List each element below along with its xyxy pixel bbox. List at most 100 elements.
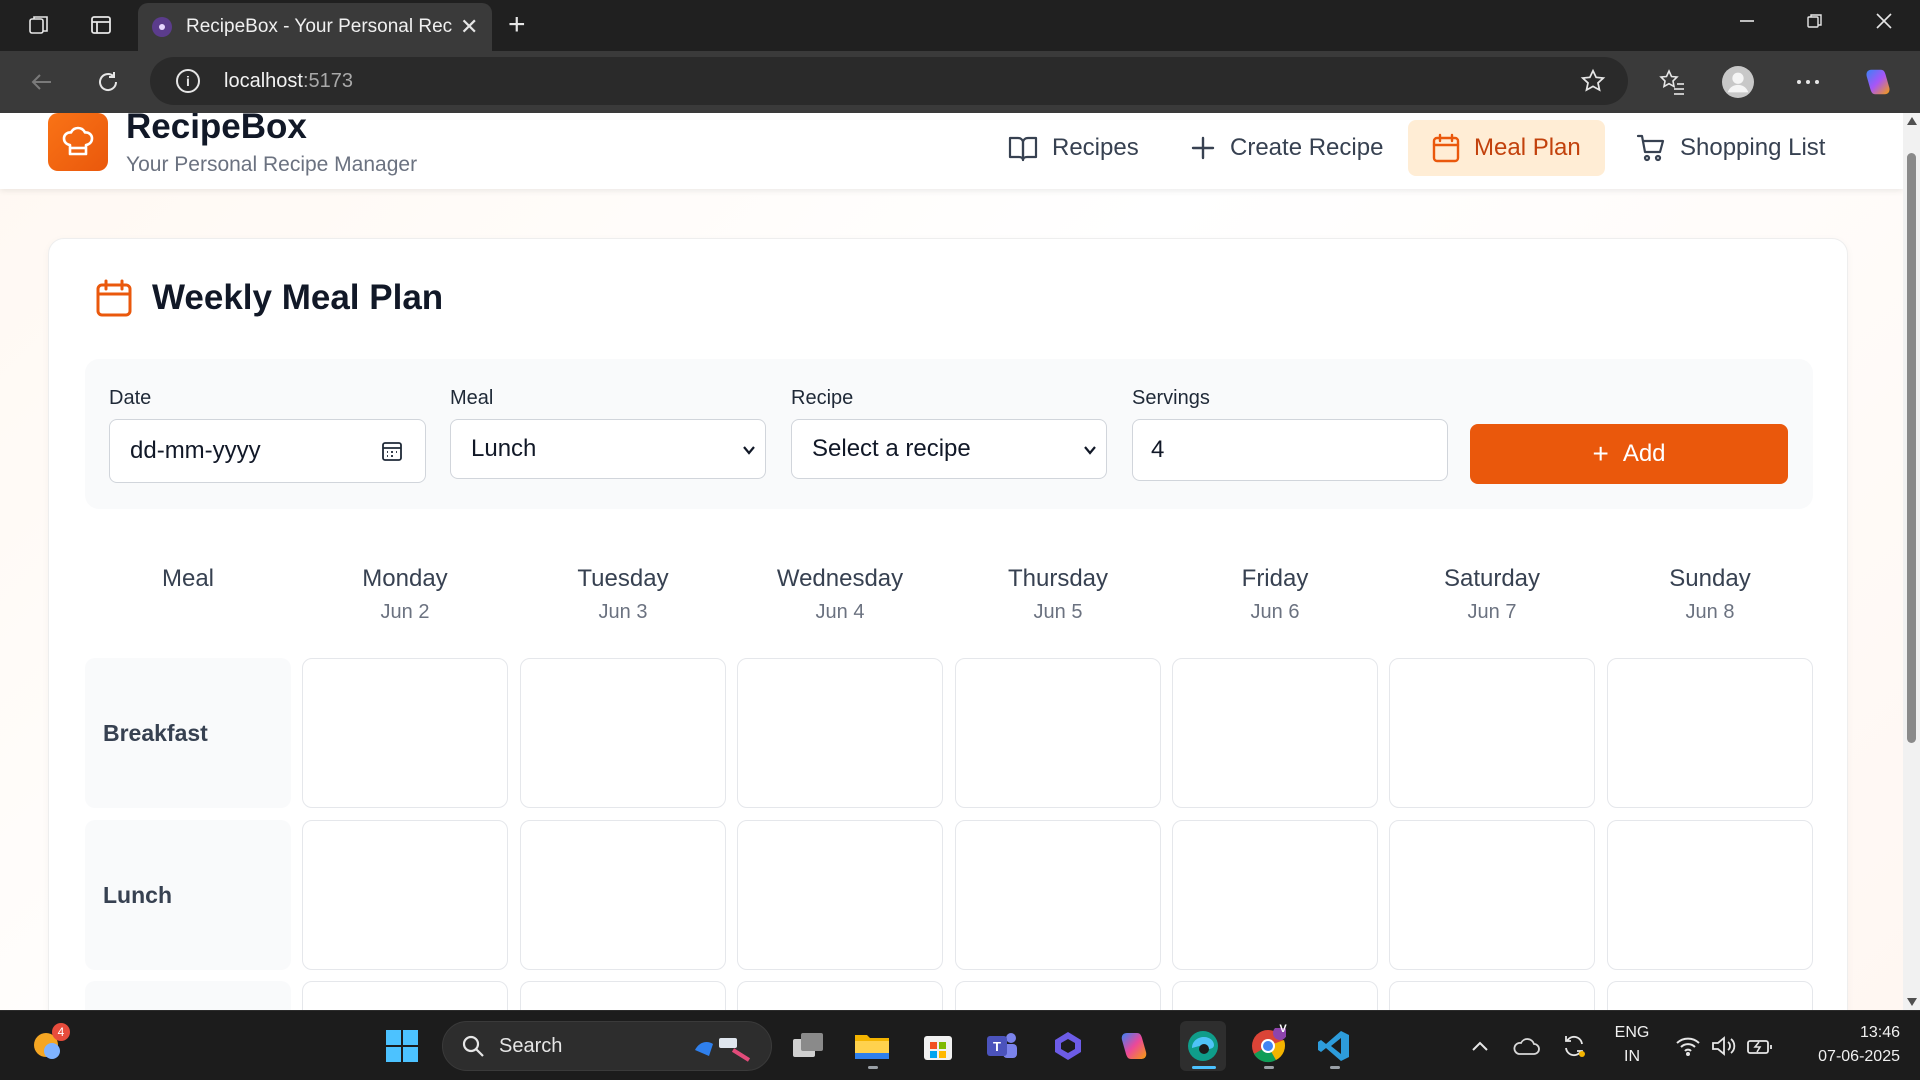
onedrive-cloud-icon[interactable] [1508, 1028, 1544, 1064]
edge-browser-icon[interactable] [1180, 1021, 1226, 1071]
column-header-day: Friday Jun 6 [1172, 565, 1378, 624]
chevron-down-icon [1084, 446, 1096, 455]
meal-slot-cell[interactable] [1607, 820, 1813, 970]
site-favicon-icon [152, 17, 172, 37]
column-header-day: Sunday Jun 8 [1607, 565, 1813, 624]
meal-slot-cell[interactable] [520, 820, 726, 970]
nav-shopping-list[interactable]: Shopping List [1612, 120, 1849, 176]
close-window-icon[interactable] [1875, 10, 1893, 36]
page-scrollbar[interactable] [1903, 113, 1920, 1010]
day-date: Jun 7 [1467, 601, 1517, 623]
running-app-indicator [868, 1066, 878, 1069]
active-browser-tab[interactable]: RecipeBox - Your Personal Recipe Manager… [138, 3, 492, 51]
tab-close-icon[interactable]: ✕ [460, 14, 478, 40]
bing-app-icon[interactable] [1050, 1028, 1086, 1064]
new-tab-icon[interactable]: + [508, 10, 526, 40]
date-input[interactable]: dd-mm-yyyy [109, 419, 426, 483]
favorites-icon[interactable] [1656, 66, 1688, 98]
profile-avatar-icon[interactable] [1722, 66, 1754, 98]
teams-icon[interactable]: T [984, 1028, 1020, 1064]
meal-row-label [85, 981, 291, 1010]
reload-icon[interactable] [92, 66, 124, 98]
file-explorer-icon[interactable] [854, 1028, 890, 1064]
meal-slot-cell[interactable] [1389, 820, 1595, 970]
nav-meal-plan-label: Meal Plan [1474, 134, 1581, 161]
meal-slot-cell[interactable] [955, 658, 1161, 808]
date-picker-icon[interactable] [381, 440, 403, 462]
sync-status-icon[interactable] [1556, 1028, 1592, 1064]
calendar-icon [96, 279, 132, 317]
microsoft-store-icon[interactable] [920, 1028, 956, 1064]
site-info-icon[interactable]: i [176, 69, 200, 93]
nav-create-recipe-label: Create Recipe [1230, 134, 1384, 161]
meal-slot-cell[interactable] [737, 658, 943, 808]
day-date: Jun 4 [815, 601, 865, 623]
tab-actions-icon[interactable] [88, 12, 114, 38]
address-bar[interactable]: i localhost:5173 [150, 57, 1628, 105]
brand-name[interactable]: RecipeBox [126, 113, 307, 147]
nav-meal-plan[interactable]: Meal Plan [1408, 120, 1605, 176]
favorite-star-icon[interactable] [1580, 68, 1606, 99]
meal-slot-cell[interactable] [1389, 658, 1595, 808]
minimize-icon[interactable] [1738, 10, 1756, 36]
back-icon[interactable] [26, 66, 58, 98]
servings-input[interactable]: 4 [1132, 419, 1448, 481]
vscode-icon[interactable] [1316, 1028, 1352, 1064]
volume-icon[interactable] [1706, 1028, 1742, 1064]
nav-recipes[interactable]: Recipes [984, 120, 1163, 176]
day-name: Saturday [1443, 565, 1541, 592]
column-header-meal: Meal [85, 565, 291, 593]
chrome-icon[interactable]: V [1250, 1023, 1287, 1064]
meal-slot-cell[interactable] [955, 981, 1161, 1010]
add-meal-button[interactable]: + Add [1470, 424, 1788, 484]
page-viewport: RecipeBox Your Personal Recipe Manager R… [0, 113, 1903, 1010]
meal-slot-cell[interactable] [520, 981, 726, 1010]
scrollbar-thumb[interactable] [1907, 153, 1916, 743]
app-header: RecipeBox Your Personal Recipe Manager R… [0, 113, 1903, 189]
show-hidden-icons-chevron-icon[interactable] [1462, 1028, 1498, 1064]
date-label: Date [109, 387, 152, 409]
meal-slot-cell[interactable] [1607, 658, 1813, 808]
taskbar-search-box[interactable]: Search [442, 1021, 772, 1071]
tab-title: RecipeBox - Your Personal Recipe Manager [186, 16, 452, 37]
meal-slot-cell[interactable] [1172, 981, 1378, 1010]
clock-time: 13:46 [1859, 1024, 1900, 1041]
column-header-day: Wednesday Jun 4 [737, 565, 943, 624]
meal-slot-cell[interactable] [1389, 981, 1595, 1010]
meal-slot-cell[interactable] [302, 981, 508, 1010]
scroll-down-arrow-icon[interactable] [1907, 998, 1917, 1006]
meal-slot-cell[interactable] [1172, 658, 1378, 808]
system-clock[interactable]: 13:46 07-06-2025 [1790, 1021, 1900, 1069]
nav-create-recipe[interactable]: Create Recipe [1166, 120, 1407, 176]
meal-slot-cell[interactable] [1172, 820, 1378, 970]
svg-text:T: T [993, 1039, 1001, 1054]
recipe-select[interactable]: Select a recipe [791, 419, 1107, 479]
meal-slot-cell[interactable] [1607, 981, 1813, 1010]
meal-slot-cell[interactable] [520, 658, 726, 808]
running-app-indicator [1264, 1066, 1274, 1069]
battery-charging-icon[interactable] [1742, 1028, 1778, 1064]
more-options-icon[interactable] [1792, 66, 1824, 98]
day-date: Jun 8 [1685, 601, 1735, 623]
meal-slot-cell[interactable] [302, 658, 508, 808]
chevron-down-icon [743, 446, 755, 455]
copilot-app-icon[interactable] [1116, 1028, 1152, 1064]
meal-label: Meal [450, 387, 494, 409]
restore-icon[interactable] [1806, 10, 1824, 36]
workspaces-icon[interactable] [26, 12, 52, 38]
meal-slot-cell[interactable] [737, 981, 943, 1010]
meal-slot-cell[interactable] [955, 820, 1161, 970]
windows-start-icon[interactable] [384, 1028, 420, 1064]
weather-widget-icon[interactable]: 4 [30, 1023, 70, 1063]
language-indicator[interactable]: ENG IN [1614, 1021, 1650, 1069]
task-view-icon[interactable] [790, 1028, 826, 1064]
add-button-label: Add [1622, 440, 1666, 467]
meal-select[interactable]: Lunch [450, 419, 766, 479]
brand-tagline: Your Personal Recipe Manager [126, 153, 418, 176]
scroll-up-arrow-icon[interactable] [1907, 117, 1917, 125]
chef-hat-logo-icon[interactable] [48, 113, 108, 171]
meal-slot-cell[interactable] [737, 820, 943, 970]
meal-slot-cell[interactable] [302, 820, 508, 970]
copilot-icon[interactable] [1862, 66, 1894, 98]
wifi-icon[interactable] [1670, 1028, 1706, 1064]
